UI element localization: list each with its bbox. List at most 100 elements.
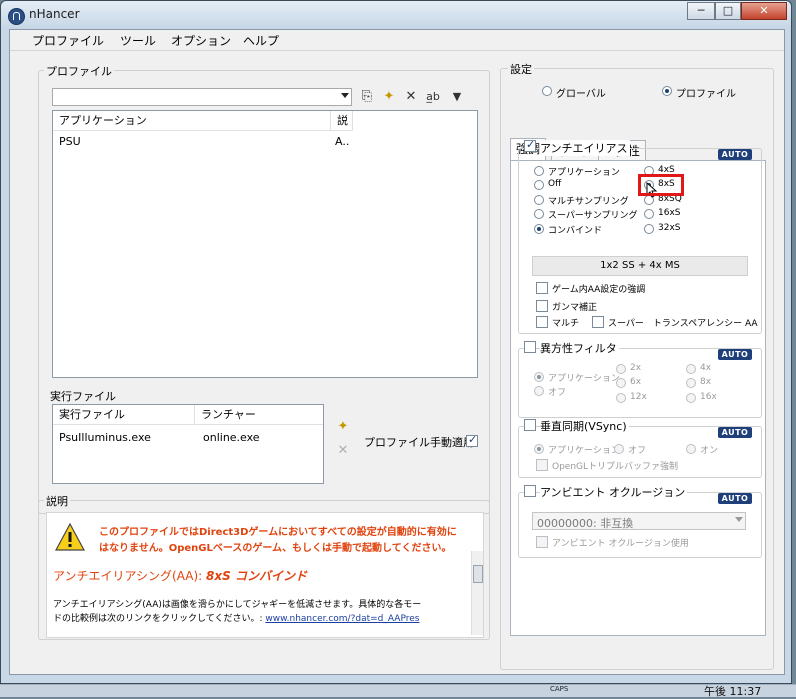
menu-tools[interactable]: ツール — [120, 32, 156, 49]
antialiasing-label: アンチエイリアス — [540, 140, 630, 156]
anisotropic-auto-badge: AUTO — [718, 349, 752, 360]
manual-apply-checkbox[interactable] — [466, 433, 478, 447]
af-4x-label: 4x — [700, 363, 712, 373]
af-12x-radio[interactable] — [616, 393, 626, 403]
executable-row-launcher[interactable]: online.exe — [203, 431, 260, 444]
antialiasing-auto-badge: AUTO — [718, 149, 752, 160]
af-4x-radio[interactable] — [686, 364, 696, 374]
ao-label: アンビエント オクルージョン — [540, 484, 688, 500]
ao-combo-value: 00000000: 非互換 — [537, 517, 634, 530]
description-body-1: アンチエイリアシング(AA)は画像を滑らかにしてジャギーを低減させます。具体的な… — [53, 600, 422, 610]
aa-multisampling-radio[interactable] — [534, 195, 544, 205]
vsync-application-radio[interactable] — [534, 444, 544, 454]
chevron-down-icon — [341, 93, 349, 98]
remove-executable-icon[interactable]: ✕ — [334, 442, 352, 460]
profile-list[interactable]: アプリケーション 説 PSU A.. — [52, 110, 478, 378]
menu-options[interactable]: オプション — [171, 32, 231, 49]
column-header-executable[interactable]: 実行ファイル — [53, 405, 195, 425]
spellcheck-icon[interactable]: a̲b — [424, 88, 442, 106]
settings-group-label: 設定 — [508, 61, 534, 77]
filter-icon[interactable]: ▼ — [448, 88, 466, 106]
copy-icon[interactable]: ⎘ — [358, 88, 376, 106]
manual-apply-label: プロファイル手動適用 — [364, 436, 474, 449]
vsync-off-radio[interactable] — [614, 444, 624, 454]
close-button[interactable]: ✕ — [741, 2, 787, 20]
transparency-super-checkbox[interactable] — [592, 316, 604, 328]
caps-indicator: CAPS — [550, 685, 569, 693]
aa-32xs-radio[interactable] — [644, 224, 654, 234]
scope-profile-label: プロファイル — [676, 89, 736, 100]
ao-combo[interactable]: 00000000: 非互換 — [532, 512, 746, 530]
column-header-launcher[interactable]: ランチャー — [195, 405, 323, 425]
scope-profile-radio[interactable] — [662, 86, 672, 96]
executables-list[interactable]: 実行ファイル ランチャー PsuIlluminus.exe online.exe — [52, 404, 324, 484]
af-2x-label: 2x — [630, 363, 642, 373]
transparency-multi-checkbox[interactable] — [536, 316, 548, 328]
af-8x-radio[interactable] — [686, 378, 696, 388]
column-header-application[interactable]: アプリケーション — [53, 111, 331, 131]
setting-title-value: 8xS コンバインド — [206, 569, 307, 583]
scope-global-label: グローバル — [556, 89, 606, 100]
minimize-button[interactable]: ─ — [687, 2, 715, 20]
warning-text-1: このプロファイルではDirect3Dゲームにおいてすべての設定が自動的に有効に — [99, 527, 457, 538]
taskbar-clock[interactable]: 午後 11:37 — [704, 683, 761, 699]
description-scrollbar[interactable] — [471, 551, 483, 635]
vsync-checkbox[interactable] — [524, 419, 536, 431]
gamma-correction-label: ガンマ補正 — [552, 303, 598, 313]
executables-label: 実行ファイル — [50, 390, 116, 403]
delete-icon[interactable]: ✕ — [402, 88, 420, 106]
description-body-2-prefix: ドの比較例は次のリンクをクリックしてください。: — [53, 614, 263, 624]
triple-buffer-checkbox[interactable] — [536, 459, 548, 471]
af-6x-radio[interactable] — [616, 378, 626, 388]
maximize-button[interactable]: □ — [715, 2, 741, 20]
nhancer-app-icon — [8, 8, 25, 25]
ao-use-checkbox[interactable] — [536, 536, 548, 548]
aa-off-radio[interactable] — [534, 180, 544, 190]
aa-16xs-radio[interactable] — [644, 209, 654, 219]
app-window: nHancer ─ □ ✕ プロファイル ツール オプション ヘルプ プロファイ… — [0, 0, 792, 684]
vsync-application-label: アプリケーション — [548, 446, 620, 456]
aa-combined-radio[interactable] — [534, 224, 544, 234]
ao-auto-badge: AUTO — [718, 493, 752, 504]
new-profile-icon[interactable]: ✦ — [380, 88, 398, 106]
af-application-label: アプリケーション — [548, 374, 620, 384]
ao-use-label: アンビエント オクルージョン使用 — [552, 539, 689, 549]
column-header-description[interactable]: 説 — [331, 111, 353, 131]
vsync-auto-badge: AUTO — [718, 427, 752, 438]
af-application-radio[interactable] — [534, 372, 544, 382]
vsync-off-label: オフ — [628, 446, 647, 456]
ao-checkbox[interactable] — [524, 485, 536, 497]
ingame-aa-checkbox[interactable] — [536, 282, 548, 294]
af-8x-label: 8x — [700, 377, 712, 387]
aa-supersampling-radio[interactable] — [534, 209, 544, 219]
anisotropic-checkbox[interactable] — [524, 341, 536, 353]
menu-profile[interactable]: プロファイル — [32, 32, 104, 49]
aa-mode-display: 1x2 SS + 4x MS — [532, 256, 748, 276]
af-off-radio[interactable] — [534, 386, 544, 396]
scope-global-radio[interactable] — [542, 86, 552, 96]
aa-application-radio[interactable] — [534, 166, 544, 176]
aa-link[interactable]: www.nhancer.com/?dat=d_AAPres — [265, 614, 419, 624]
vsync-on-radio[interactable] — [686, 444, 696, 454]
profile-row-desc[interactable]: A.. — [335, 135, 349, 148]
anisotropic-label: 異方性フィルタ — [540, 340, 619, 356]
profile-row-app[interactable]: PSU — [59, 135, 81, 148]
scrollbar-thumb[interactable] — [473, 565, 483, 583]
aa-combined-label: コンバインド — [548, 226, 603, 236]
af-6x-label: 6x — [630, 377, 642, 387]
warning-icon — [55, 523, 85, 551]
af-2x-radio[interactable] — [616, 364, 626, 374]
title-bar[interactable]: nHancer ─ □ ✕ — [1, 1, 791, 29]
setting-title-prefix: アンチエイリアシング(AA): — [53, 569, 203, 583]
window-title: nHancer — [29, 7, 80, 21]
warning-text-2: はなりません。OpenGLベースのゲーム、もしくは手動で起動してください。 — [99, 543, 452, 554]
menu-help[interactable]: ヘルプ — [243, 32, 279, 49]
antialiasing-checkbox[interactable] — [524, 138, 536, 152]
menu-bar: プロファイル ツール オプション ヘルプ — [10, 30, 784, 51]
af-16x-radio[interactable] — [686, 393, 696, 403]
gamma-correction-checkbox[interactable] — [536, 300, 548, 312]
add-executable-icon[interactable]: ✦ — [334, 418, 352, 436]
transparency-super-label: スーパー トランスペアレンシー AA — [608, 319, 758, 329]
profile-combo[interactable] — [52, 88, 352, 106]
executable-row-file[interactable]: PsuIlluminus.exe — [59, 431, 151, 444]
